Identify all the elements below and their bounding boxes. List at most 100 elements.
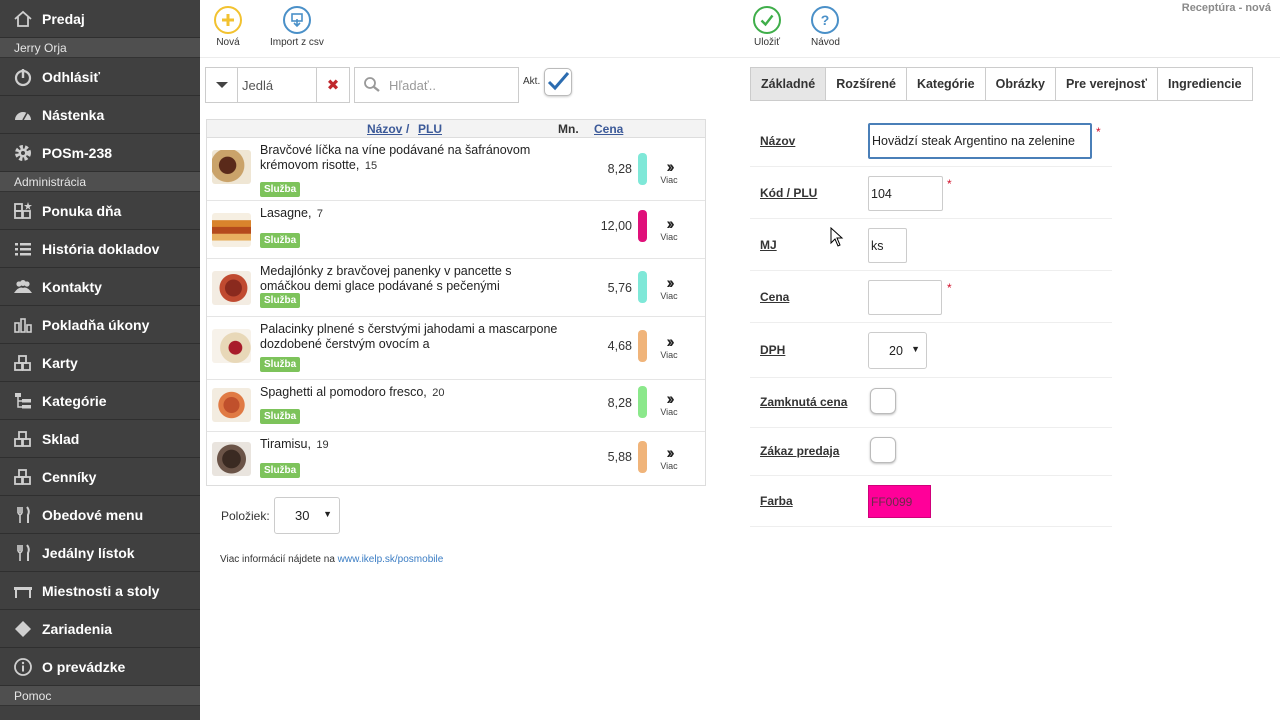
vat-value: 20	[889, 343, 903, 358]
sidebar-item-karty[interactable]: Karty	[0, 344, 200, 382]
service-badge: Služba	[260, 182, 301, 197]
sidebar-item-cenniky[interactable]: Cenníky	[0, 458, 200, 496]
info-link[interactable]: www.ikelp.sk/posmobile	[338, 554, 444, 565]
list-item[interactable]: Spaghetti al pomodoro fresco, 20 Služba …	[207, 380, 705, 432]
service-badge: Služba	[260, 293, 301, 308]
sort-by-plu[interactable]: PLU	[418, 122, 442, 136]
sidebar-item-label: O prevádzke	[42, 658, 126, 675]
new-button[interactable]: Nová	[214, 6, 242, 48]
name-input[interactable]: Hovädzí steak Argentino na zelenine	[868, 123, 1092, 159]
sidebar-item-kontakty[interactable]: Kontakty	[0, 268, 200, 306]
tab-kategorie[interactable]: Kategórie	[906, 67, 986, 101]
tab-pre-verejnost[interactable]: Pre verejnosť	[1055, 67, 1158, 101]
sidebar-item-label: POSm-238	[42, 144, 113, 161]
search-icon	[355, 76, 389, 94]
category-filter-value[interactable]: Jedlá	[238, 68, 317, 102]
form-row-vat: DPH 20 ▼	[750, 323, 1112, 378]
product-price: 12,00	[600, 219, 632, 233]
code-input[interactable]: 104	[868, 176, 943, 211]
search-input[interactable]	[389, 77, 509, 93]
new-button-label: Nová	[216, 37, 240, 48]
search-box	[354, 67, 519, 103]
tab-obrazky[interactable]: Obrázky	[985, 67, 1056, 101]
list-item[interactable]: Tiramisu, 19 Služba 5,88 ›› Viac	[207, 432, 705, 484]
sidebar-item-jedalny-listok[interactable]: Jedálny lístok	[0, 534, 200, 572]
blocks-icon	[12, 466, 34, 488]
unit-input[interactable]: ks	[868, 228, 907, 263]
save-button[interactable]: Uložiť	[753, 6, 781, 48]
list-icon	[12, 238, 34, 260]
sidebar-item-label: Sklad	[42, 430, 80, 447]
sidebar-item-miestnosti-a-stoly[interactable]: Miestnosti a stoly	[0, 572, 200, 610]
more-label: Viac	[660, 175, 678, 185]
form-row-code: Kód / PLU 104 *	[750, 167, 1112, 219]
category-dropdown-toggle[interactable]	[206, 68, 238, 102]
sidebar-item-o-prevadzke[interactable]: O prevádzke	[0, 648, 200, 686]
required-mark: *	[947, 281, 952, 295]
sidebar-item-pos[interactable]: POSm-238	[0, 134, 200, 172]
clear-filter-icon[interactable]: ✖	[317, 68, 349, 102]
list-item[interactable]: Medajlónky z bravčovej panenky v pancett…	[207, 259, 705, 317]
mouse-cursor-icon	[830, 227, 844, 247]
import-csv-button-label: Import z csv	[270, 37, 324, 48]
items-per-page-select[interactable]: 30 ▼	[274, 497, 340, 534]
sidebar-admin-heading: Administrácia	[0, 172, 200, 192]
service-badge: Služba	[260, 357, 301, 372]
more-label: Viac	[660, 232, 678, 242]
list-item[interactable]: Bravčové líčka na víne podávané na šafrá…	[207, 138, 705, 201]
sidebar-item-predaj[interactable]: Predaj	[0, 0, 200, 38]
more-label: Viac	[660, 407, 678, 417]
sort-by-name[interactable]: Názov	[367, 122, 402, 136]
caret-down-icon: ▼	[911, 344, 920, 354]
sidebar-item-pokladna-ukony[interactable]: Pokladňa úkony	[0, 306, 200, 344]
unit-label: MJ	[760, 238, 777, 252]
sidebar-item-dashboard[interactable]: Nástenka	[0, 96, 200, 134]
price-label: Cena	[760, 290, 790, 304]
more-button[interactable]: ›› Viac	[658, 390, 680, 417]
list-item[interactable]: Palacinky plnené s čerstvými jahodami a …	[207, 317, 705, 380]
locked-price-checkbox[interactable]	[870, 388, 896, 414]
double-chevron-icon: ››	[666, 157, 675, 176]
sort-by-price[interactable]: Cena	[594, 122, 623, 136]
sidebar-item-obedove-menu[interactable]: Obedové menu	[0, 496, 200, 534]
sale-ban-checkbox[interactable]	[870, 437, 896, 463]
sidebar-item-logout[interactable]: Odhlásiť	[0, 58, 200, 96]
active-filter-checkbox[interactable]	[544, 68, 572, 96]
form-row-sale-ban: Zákaz predaja	[750, 428, 1112, 476]
product-name: Medajlónky z bravčovej panenky v pancett…	[260, 264, 512, 293]
product-thumbnail	[212, 213, 251, 247]
more-button[interactable]: ›› Viac	[658, 157, 680, 185]
sidebar-item-label: Zariadenia	[42, 620, 113, 637]
info-text: Viac informácií nájdete na	[220, 554, 338, 565]
product-name: Bravčové líčka na víne podávané na šafrá…	[260, 143, 531, 172]
dashboard-icon	[12, 104, 34, 126]
sidebar-item-sklad[interactable]: Sklad	[0, 420, 200, 458]
sidebar-item-label: Ponuka dňa	[42, 202, 122, 219]
list-item[interactable]: Lasagne, 7 Služba 12,00 ›› Viac	[207, 201, 705, 259]
sidebar-item-historia-dokladov[interactable]: História dokladov	[0, 230, 200, 268]
product-color-marker	[638, 441, 647, 473]
tab-rozsirene[interactable]: Rozšírené	[826, 67, 907, 101]
blocks-icon	[12, 428, 34, 450]
sidebar-item-zariadenia[interactable]: Zariadenia	[0, 610, 200, 648]
tab-zakladne[interactable]: Základné	[750, 67, 827, 101]
sidebar-item-label: Nástenka	[42, 106, 105, 123]
page-title: Receptúra - nová	[1181, 2, 1271, 14]
more-button[interactable]: ›› Viac	[658, 333, 680, 360]
sidebar-item-kategorie[interactable]: Kategórie	[0, 382, 200, 420]
price-input[interactable]	[868, 280, 942, 315]
more-button[interactable]: ›› Viac	[658, 215, 680, 242]
more-button[interactable]: ›› Viac	[658, 444, 680, 471]
product-thumbnail	[212, 271, 251, 305]
vat-select[interactable]: 20 ▼	[868, 332, 927, 369]
help-guide-button[interactable]: ? Návod	[811, 6, 840, 48]
locked-price-label: Zamknutá cena	[760, 395, 848, 409]
color-picker-input[interactable]: FF0099	[868, 485, 931, 518]
tab-ingrediencie[interactable]: Ingrediencie	[1157, 67, 1253, 101]
more-label: Viac	[660, 291, 678, 301]
more-button[interactable]: ›› Viac	[658, 274, 680, 301]
import-csv-button[interactable]: Import z csv	[270, 6, 324, 48]
sidebar-user-heading: Jerry Orja	[0, 38, 200, 58]
sidebar-item-ponuka-dna[interactable]: Ponuka dňa	[0, 192, 200, 230]
product-name: Lasagne, 7	[260, 206, 324, 220]
